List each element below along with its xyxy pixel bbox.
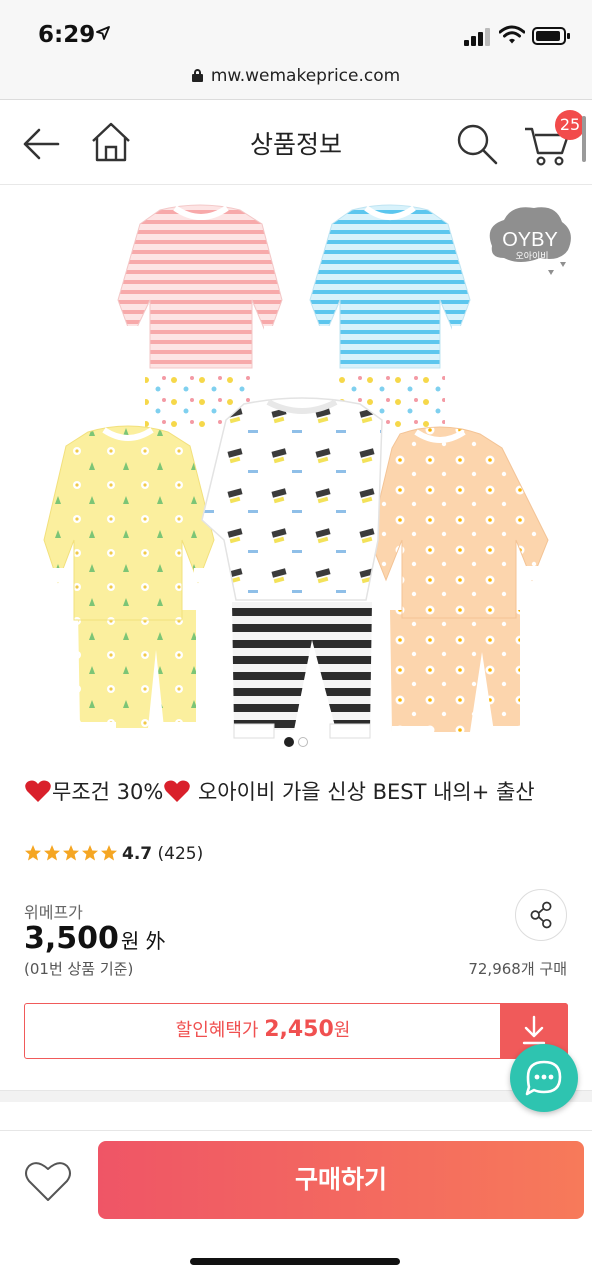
rating-score: 4.7 xyxy=(122,844,153,864)
carousel-dot-2[interactable] xyxy=(298,737,308,747)
battery-icon xyxy=(532,27,570,45)
page-title: 상품정보 xyxy=(249,130,342,159)
status-bar: 6:29 xyxy=(0,0,592,62)
cart-count-badge: 25 xyxy=(555,110,585,140)
discount-text: 할인혜택가 2,450원 xyxy=(25,1016,501,1042)
wishlist-button[interactable] xyxy=(22,1157,74,1205)
carousel-dot-1[interactable] xyxy=(284,737,294,747)
red-heart-icon xyxy=(25,780,51,802)
white-print-set xyxy=(201,397,383,739)
heart-outline-icon xyxy=(25,1162,71,1201)
home-indicator[interactable] xyxy=(190,1258,400,1265)
signal-icon xyxy=(464,28,492,46)
search-icon xyxy=(457,124,498,165)
brand-logo-text: OYBY xyxy=(502,229,558,251)
product-title-part2: 오아이비 가을 신상 BEST 내의+ 출산 xyxy=(191,780,535,804)
peach-print-set xyxy=(369,426,549,740)
discount-price: 2,450 xyxy=(264,1017,334,1042)
status-time: 6:29 xyxy=(38,22,96,48)
rating-stars-icon xyxy=(25,845,117,861)
product-title-part1: 무조건 30% xyxy=(52,780,164,804)
section-divider xyxy=(0,1090,592,1102)
discount-unit: 원 xyxy=(333,1020,351,1041)
rating[interactable]: 4.7 (425) xyxy=(24,844,203,870)
price-suffix: 원 外 xyxy=(120,929,166,953)
scrollbar[interactable] xyxy=(582,116,586,162)
discount-label: 할인혜택가 xyxy=(175,1020,259,1041)
url-bar[interactable]: mw.wemakeprice.com xyxy=(0,62,592,100)
product-image[interactable]: OYBY 오아이비 xyxy=(0,186,592,750)
blue-stripe-set xyxy=(309,204,471,430)
price: 3,500 원 外 xyxy=(24,921,166,956)
carousel-dots[interactable] xyxy=(0,732,592,751)
location-arrow-icon xyxy=(96,26,110,40)
brand-logo: OYBY 오아이비 xyxy=(489,207,571,275)
share-icon xyxy=(530,901,552,929)
share-button[interactable] xyxy=(515,889,567,941)
sold-count: 72,968개 구매 xyxy=(468,960,567,978)
lock-icon xyxy=(191,69,203,82)
chat-bubble-icon xyxy=(525,1060,562,1096)
brand-logo-subtext: 오아이비 xyxy=(515,251,548,262)
buy-button[interactable]: 구매하기 xyxy=(98,1141,584,1219)
url-text: mw.wemakeprice.com xyxy=(210,66,401,86)
page-header: 상품정보 xyxy=(0,101,592,185)
chat-button[interactable] xyxy=(510,1044,578,1112)
price-value: 3,500 xyxy=(24,921,119,956)
pink-stripe-set xyxy=(117,204,283,430)
product-title: 무조건 30% 오아이비 가을 신상 BEST 내의+ 출산 xyxy=(24,778,572,807)
wifi-icon xyxy=(499,25,525,44)
discount-coupon-box[interactable]: 할인혜택가 2,450원 xyxy=(24,1003,568,1059)
yellow-print-set xyxy=(43,425,215,736)
price-label: 위메프가 xyxy=(24,903,83,922)
red-heart-icon xyxy=(164,780,191,802)
search-button[interactable] xyxy=(454,121,500,167)
price-note: (01번 상품 기준) xyxy=(24,960,134,978)
review-count: (425) xyxy=(157,844,204,864)
